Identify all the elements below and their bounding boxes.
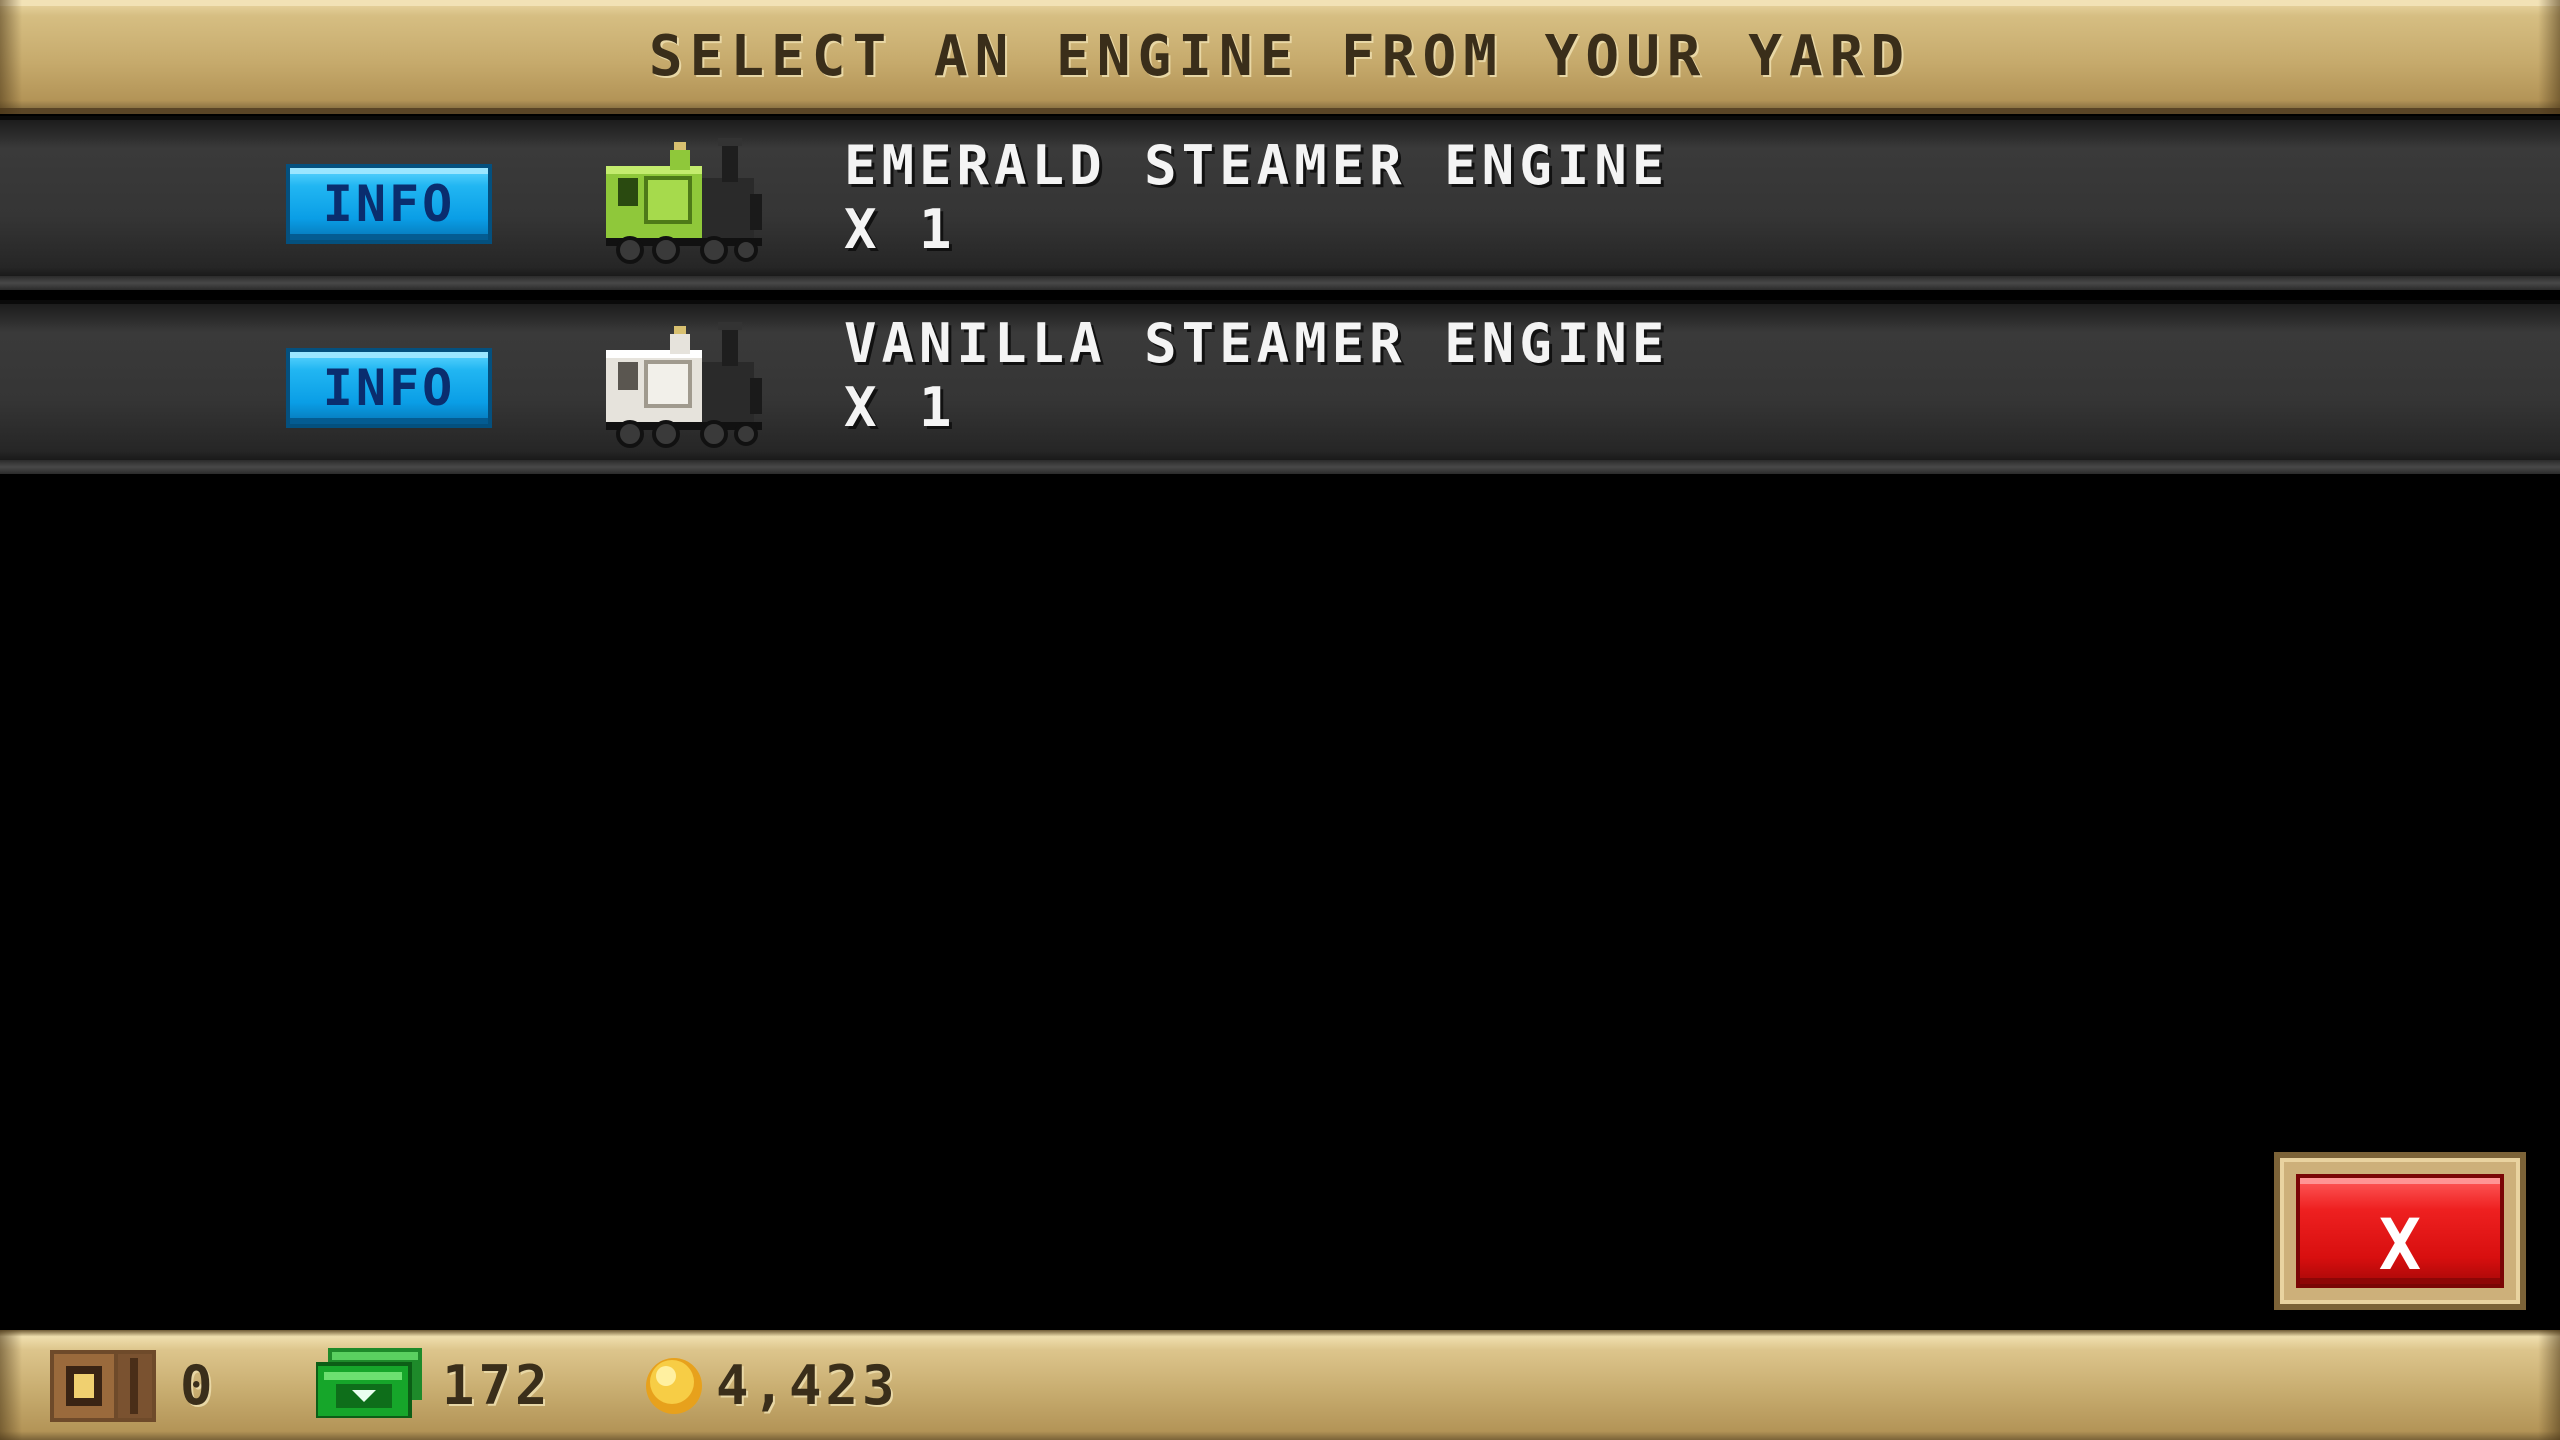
header-bar: SELECT AN ENGINE FROM YOUR YARD (0, 0, 2560, 114)
info-button[interactable]: INFO (286, 164, 492, 244)
close-button[interactable]: X (2274, 1152, 2526, 1310)
info-button[interactable]: INFO (286, 348, 492, 428)
coin-icon (646, 1358, 702, 1414)
crate-count: 0 (180, 1354, 217, 1417)
coin-amount: 4,423 (716, 1354, 899, 1417)
engine-name: EMERALD STEAMER ENGINE (844, 134, 1670, 197)
status-edge-right (2538, 1330, 2560, 1440)
row-divider (0, 460, 2560, 474)
cash-amount: 172 (442, 1354, 552, 1417)
white-steam-locomotive-icon (606, 322, 762, 448)
green-steam-locomotive-icon (606, 138, 762, 264)
engine-count: X 1 (844, 376, 957, 439)
engine-count: X 1 (844, 198, 957, 261)
engine-row-vanilla[interactable]: INFO VANILLA STEAMER ENGINE X 1 (0, 300, 2560, 464)
crate-icon (50, 1350, 156, 1422)
status-edge-left (0, 1330, 22, 1440)
status-bar: 0 172 4,423 (0, 1330, 2560, 1440)
close-button-face: X (2296, 1174, 2504, 1288)
row-divider (0, 276, 2560, 290)
cash-icon (316, 1348, 422, 1418)
page-title: SELECT AN ENGINE FROM YOUR YARD (648, 24, 1912, 89)
engine-name: VANILLA STEAMER ENGINE (844, 312, 1670, 375)
engine-row-emerald[interactable]: INFO EMERALD STEAMER ENGINE X 1 (0, 116, 2560, 280)
close-icon: X (2378, 1204, 2422, 1286)
